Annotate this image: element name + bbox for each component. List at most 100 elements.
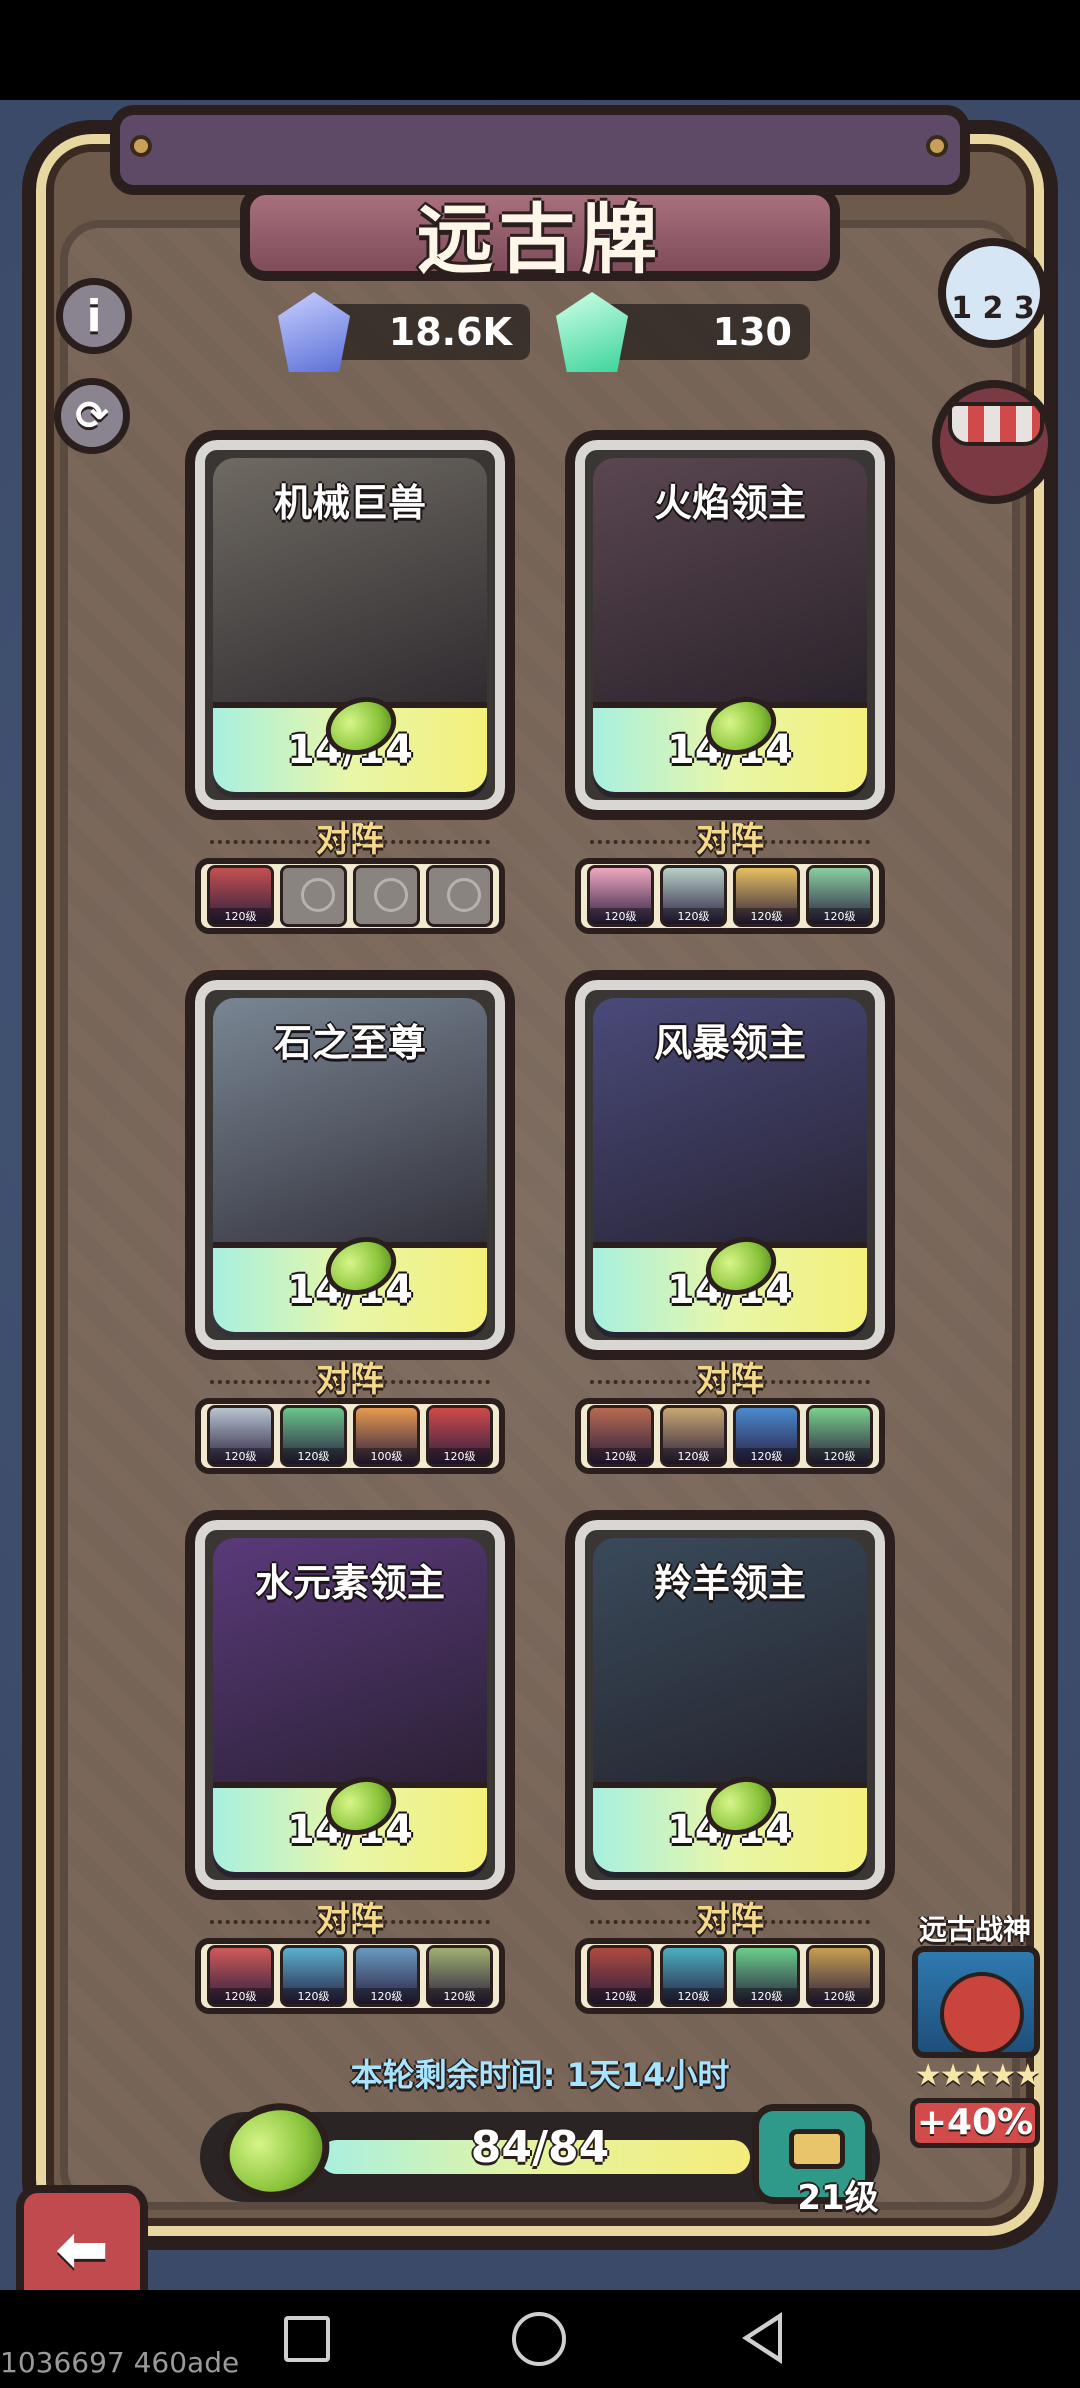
empty-slot bbox=[280, 865, 347, 927]
hero-portrait[interactable]: 120级 bbox=[353, 1945, 420, 2007]
boss-name: 水元素领主 bbox=[254, 1561, 445, 1605]
hero-portrait[interactable]: 100级 bbox=[353, 1405, 420, 1467]
hero-portrait[interactable]: 120级 bbox=[207, 1405, 274, 1467]
matchup-label: 对阵 bbox=[316, 1900, 384, 1940]
hero-level: 120级 bbox=[590, 1988, 651, 2004]
divider bbox=[210, 1380, 490, 1384]
hero-level: 120级 bbox=[590, 908, 651, 924]
ranking-button[interactable]: 1 2 3 bbox=[938, 238, 1048, 348]
hero-portrait[interactable]: 120级 bbox=[587, 865, 654, 927]
rivet-icon bbox=[130, 135, 152, 157]
hero-level: 100级 bbox=[356, 1448, 417, 1464]
hero-portrait[interactable]: 120级 bbox=[660, 1945, 727, 2007]
enemy-team[interactable]: 120级 120级 120级 120级 bbox=[195, 1938, 505, 2014]
hero-level: 120级 bbox=[663, 1448, 724, 1464]
enemy-team[interactable]: 120级 120级 120级 120级 bbox=[575, 858, 885, 934]
info-button[interactable]: i bbox=[56, 278, 132, 354]
hero-portrait[interactable]: 120级 bbox=[733, 865, 800, 927]
recents-button[interactable] bbox=[284, 2316, 330, 2362]
hero-portrait[interactable]: 120级 bbox=[207, 1945, 274, 2007]
hero-portrait[interactable]: 120级 bbox=[806, 1405, 873, 1467]
enemy-team[interactable]: 120级 120级 120级 120级 bbox=[575, 1398, 885, 1474]
hero-level: 120级 bbox=[429, 1988, 490, 2004]
boss-name: 石之至尊 bbox=[273, 1021, 426, 1065]
hero-level: 120级 bbox=[590, 1448, 651, 1464]
bonus-title: 远古战神 bbox=[918, 1913, 1031, 1946]
status-bar bbox=[0, 0, 1080, 100]
hero-portrait[interactable]: 120级 bbox=[587, 1945, 654, 2007]
bonus-stars: ★★★★★ bbox=[914, 2058, 1041, 2093]
divider bbox=[590, 1380, 870, 1384]
divider bbox=[590, 1920, 870, 1924]
boss-card[interactable]: 风暴领主14/14 bbox=[565, 970, 895, 1360]
hero-level: 120级 bbox=[809, 1448, 870, 1464]
watermark: 1036697 460ade bbox=[0, 2346, 240, 2379]
hero-portrait[interactable]: 120级 bbox=[280, 1405, 347, 1467]
boss-name: 火焰领主 bbox=[653, 481, 806, 525]
empty-slot bbox=[426, 865, 493, 927]
divider bbox=[590, 840, 870, 844]
hero-portrait[interactable]: 120级 bbox=[587, 1405, 654, 1467]
boss-card[interactable]: 火焰领主14/14 bbox=[565, 430, 895, 820]
hero-level: 120级 bbox=[429, 1448, 490, 1464]
currency-green-value: 130 bbox=[712, 310, 792, 354]
refresh-button[interactable]: ⟳ bbox=[54, 378, 130, 454]
hero-level: 120级 bbox=[736, 908, 797, 924]
hero-portrait[interactable]: 120级 bbox=[207, 865, 274, 927]
bonus-hero-portrait[interactable] bbox=[912, 1946, 1040, 2058]
boss-card[interactable]: 水元素领主14/14 bbox=[185, 1510, 515, 1900]
boss-card[interactable]: 机械巨兽14/14 bbox=[185, 430, 515, 820]
hero-level: 120级 bbox=[663, 908, 724, 924]
hero-portrait[interactable]: 120级 bbox=[733, 1945, 800, 2007]
boss-card[interactable]: 石之至尊14/14 bbox=[185, 970, 515, 1360]
hero-level: 120级 bbox=[736, 1448, 797, 1464]
hero-portrait[interactable]: 120级 bbox=[660, 1405, 727, 1467]
matchup-label: 对阵 bbox=[696, 1360, 764, 1400]
home-button[interactable] bbox=[512, 2312, 566, 2366]
divider bbox=[210, 1920, 490, 1924]
hero-level: 120级 bbox=[809, 1988, 870, 2004]
hero-portrait[interactable]: 120级 bbox=[426, 1405, 493, 1467]
matchup-label: 对阵 bbox=[696, 1900, 764, 1940]
hero-level: 120级 bbox=[210, 1988, 271, 2004]
hero-level: 120级 bbox=[736, 1988, 797, 2004]
boss-name: 机械巨兽 bbox=[273, 481, 426, 525]
hero-level: 120级 bbox=[210, 1448, 271, 1464]
rivet-icon bbox=[926, 135, 948, 157]
shop-button[interactable] bbox=[932, 380, 1056, 504]
boss-card[interactable]: 羚羊领主14/14 bbox=[565, 1510, 895, 1900]
info-icon: i bbox=[86, 290, 102, 342]
matchup-label: 对阵 bbox=[316, 1360, 384, 1400]
enemy-team[interactable]: 120级 120级 100级 120级 bbox=[195, 1398, 505, 1474]
hero-level: 120级 bbox=[283, 1448, 344, 1464]
refresh-icon: ⟳ bbox=[75, 393, 109, 439]
enemy-team[interactable]: 120级 bbox=[195, 858, 505, 934]
divider bbox=[210, 840, 490, 844]
page-title: 远古牌 bbox=[417, 195, 663, 284]
matchup-label: 对阵 bbox=[316, 820, 384, 860]
currency-green: 130 bbox=[600, 304, 810, 360]
bonus-percent: +40% bbox=[910, 2098, 1040, 2148]
hero-portrait[interactable]: 120级 bbox=[806, 1945, 873, 2007]
hero-portrait[interactable]: 120级 bbox=[733, 1405, 800, 1467]
chest-level: 21级 bbox=[797, 2178, 879, 2218]
hero-portrait[interactable]: 120级 bbox=[280, 1945, 347, 2007]
podium-icon: 1 2 3 bbox=[951, 291, 1035, 326]
minotaur-avatar bbox=[940, 1972, 1024, 2052]
hero-level: 120级 bbox=[283, 1988, 344, 2004]
hero-portrait[interactable]: 120级 bbox=[426, 1945, 493, 2007]
enemy-team[interactable]: 120级 120级 120级 120级 bbox=[575, 1938, 885, 2014]
currency-blue-value: 18.6K bbox=[388, 310, 512, 354]
matchup-label: 对阵 bbox=[696, 820, 764, 860]
hero-portrait[interactable]: 120级 bbox=[660, 865, 727, 927]
currency-blue: 18.6K bbox=[320, 304, 530, 360]
boss-name: 羚羊领主 bbox=[653, 1561, 806, 1605]
back-arrow-icon: ⬅ bbox=[55, 2213, 109, 2287]
boss-name: 风暴领主 bbox=[653, 1021, 806, 1065]
system-back-button[interactable] bbox=[742, 2312, 782, 2364]
hero-level: 120级 bbox=[356, 1988, 417, 2004]
shop-icon bbox=[948, 402, 1044, 446]
empty-slot bbox=[353, 865, 420, 927]
hero-level: 120级 bbox=[663, 1988, 724, 2004]
hero-portrait[interactable]: 120级 bbox=[806, 865, 873, 927]
